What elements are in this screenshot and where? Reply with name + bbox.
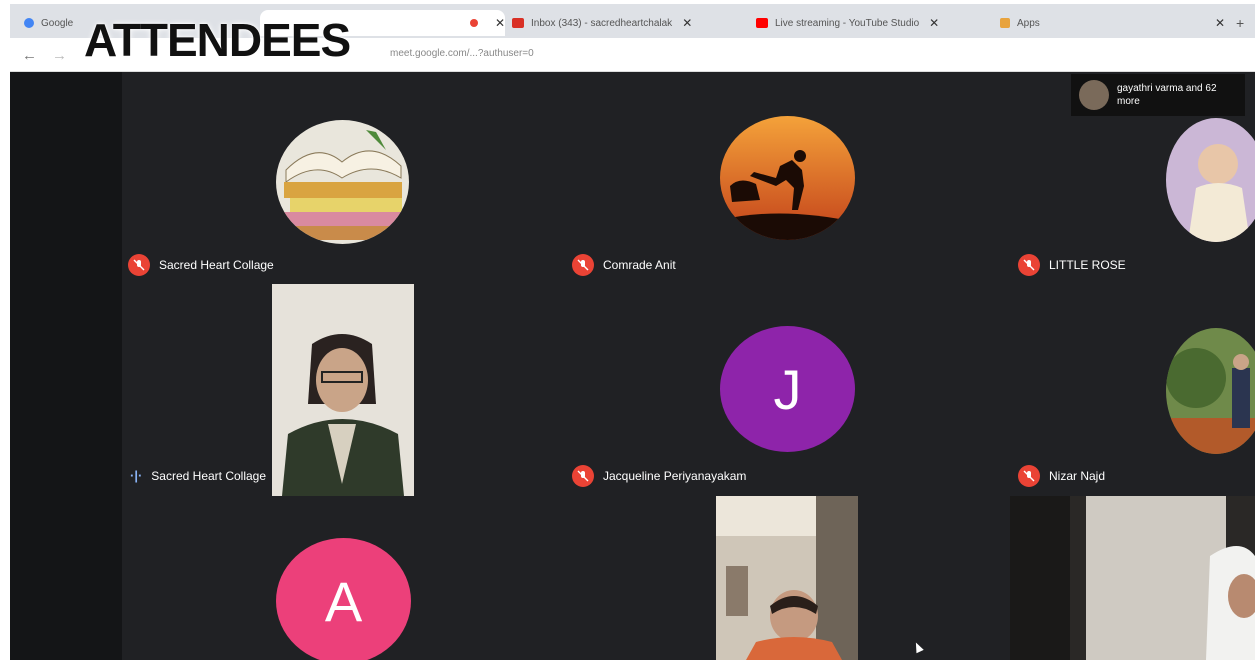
attendees-overlay-title: ATTENDEES bbox=[84, 14, 351, 66]
url-text[interactable]: meet.google.com/...?authuser=0 bbox=[390, 48, 534, 59]
child-photo-avatar-image bbox=[1166, 118, 1255, 242]
woman-video-frame bbox=[716, 496, 858, 660]
close-icon[interactable]: ✕ bbox=[929, 16, 939, 30]
books-avatar-image bbox=[276, 120, 409, 244]
avatar: J bbox=[720, 326, 855, 452]
avatar bbox=[1166, 118, 1255, 242]
participant-name: Comrade Anit bbox=[603, 258, 676, 272]
participant-video bbox=[272, 284, 414, 496]
participant-name: Sacred Heart Collage bbox=[151, 468, 267, 483]
left-panel bbox=[10, 72, 122, 660]
woman-video-frame bbox=[272, 284, 414, 496]
outdoor-photo-avatar-image bbox=[1166, 328, 1255, 454]
close-icon[interactable]: ✕ bbox=[1215, 16, 1225, 30]
participant-name: Jacqueline Periyanayakam bbox=[603, 469, 747, 483]
avatar bbox=[276, 120, 409, 244]
farmer-silhouette-avatar-image bbox=[720, 116, 855, 240]
mic-off-icon bbox=[1018, 254, 1040, 276]
speaking-indicator-icon: ·|· bbox=[130, 468, 143, 483]
overflow-label: gayathri varma and 62 more bbox=[1117, 83, 1217, 107]
mouse-cursor-icon bbox=[912, 640, 924, 654]
apps-grid-icon bbox=[1000, 18, 1010, 28]
participants-overflow-chip[interactable]: gayathri varma and 62 more bbox=[1071, 74, 1245, 116]
close-icon[interactable]: ✕ bbox=[682, 16, 692, 30]
back-arrow-icon[interactable]: ← bbox=[22, 47, 37, 64]
participant-video bbox=[1010, 496, 1255, 660]
gmail-icon bbox=[512, 18, 524, 28]
participant-name: LITTLE ROSE bbox=[1049, 258, 1126, 272]
tab-apps[interactable]: Apps ✕ bbox=[1000, 10, 1225, 36]
nun-video-frame bbox=[1010, 496, 1255, 660]
tab-youtube-studio[interactable]: Live streaming - YouTube Studio ✕ bbox=[756, 10, 988, 36]
mic-off-icon bbox=[572, 465, 594, 487]
mic-off-icon bbox=[128, 254, 150, 276]
new-tab-button[interactable]: + bbox=[1236, 10, 1252, 36]
mic-off-icon bbox=[572, 254, 594, 276]
youtube-icon bbox=[756, 18, 768, 28]
close-icon[interactable]: ✕ bbox=[495, 16, 505, 30]
meet-grid: Sacred Heart Collage Comrade Anit LITTLE… bbox=[10, 72, 1255, 660]
avatar: A bbox=[276, 538, 411, 660]
participant-name: Nizar Najd bbox=[1049, 469, 1106, 483]
avatar bbox=[1166, 328, 1255, 454]
forward-arrow-icon[interactable]: → bbox=[52, 47, 67, 64]
avatar bbox=[720, 116, 855, 240]
avatar bbox=[1079, 80, 1109, 110]
participant-name: Sacred Heart Collage bbox=[159, 258, 274, 272]
recording-dot-icon bbox=[469, 19, 478, 27]
google-icon bbox=[24, 18, 34, 28]
tab-gmail[interactable]: Inbox (343) - sacredheartchalak ✕ bbox=[512, 10, 740, 36]
mic-off-icon bbox=[1018, 465, 1040, 487]
participant-video bbox=[716, 496, 858, 660]
